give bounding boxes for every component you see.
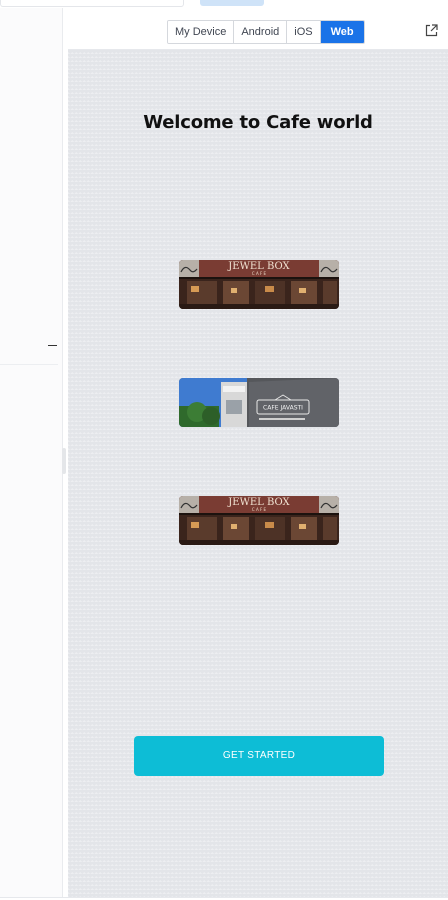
tab-my-device[interactable]: My Device (168, 21, 235, 43)
top-strip (0, 0, 448, 8)
editor-window: My Device Android iOS Web Welcome to Caf… (0, 0, 448, 900)
svg-text:C A F E: C A F E (252, 271, 267, 276)
top-button-edge[interactable] (200, 0, 264, 6)
app-preview: Welcome to Cafe world JEWEL BOX C A F E (68, 50, 448, 898)
page-title: Welcome to Cafe world (143, 112, 373, 133)
panel-resize-handle[interactable] (62, 448, 66, 474)
get-started-button[interactable]: GET STARTED (134, 736, 384, 776)
cafe-image-javasti[interactable]: CAFE JAVASTI (179, 378, 339, 427)
top-input-edge[interactable] (0, 0, 184, 7)
panel-divider (0, 364, 58, 365)
svg-text:C A F E: C A F E (252, 507, 267, 512)
external-link-icon[interactable] (425, 24, 438, 37)
tab-ios[interactable]: iOS (287, 21, 321, 43)
cafe-image-jewel-box[interactable]: JEWEL BOX C A F E (179, 260, 339, 309)
preview-header: My Device Android iOS Web (68, 8, 448, 50)
left-panel (0, 8, 63, 898)
tab-web[interactable]: Web (320, 21, 364, 43)
device-switcher: My Device Android iOS Web (167, 20, 365, 44)
tab-android[interactable]: Android (234, 21, 288, 43)
collapse-icon[interactable] (48, 345, 57, 346)
cafe-image-jewel-box-2[interactable]: JEWEL BOX C A F E (179, 496, 339, 545)
sign-text: CAFE JAVASTI (263, 405, 303, 412)
